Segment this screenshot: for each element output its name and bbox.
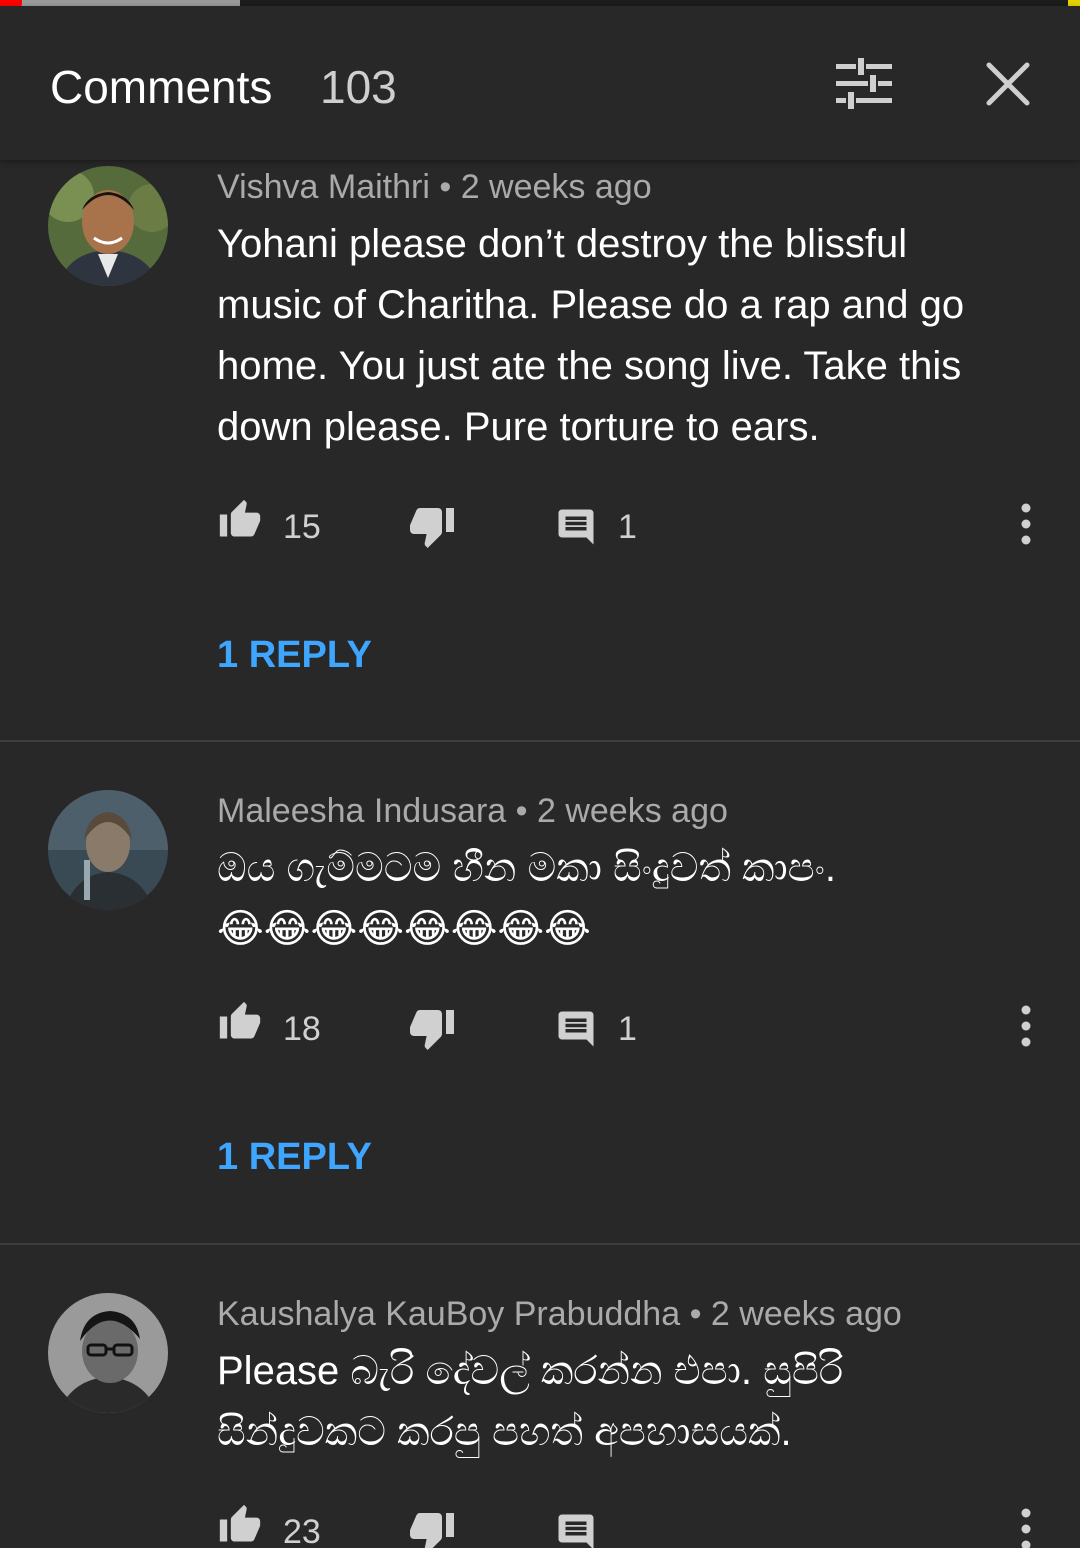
emoji-row: 😂😂😂😂😂😂😂😂 — [217, 907, 591, 951]
like-icon[interactable] — [217, 498, 263, 542]
comment-thread: Kaushalya KauBoy Prabuddha • 2 weeks ago… — [0, 1245, 1080, 1548]
reply-count: 1 — [618, 1010, 637, 1048]
avatar-photo — [48, 790, 168, 910]
avatar-photo — [48, 1293, 168, 1413]
more-options-icon[interactable] — [1012, 1507, 1040, 1548]
like-count: 15 — [283, 508, 321, 546]
meta-separator: • — [506, 792, 537, 830]
meta-separator: • — [429, 168, 461, 206]
comment-time: 2 weeks ago — [710, 1295, 902, 1333]
comments-title: Comments — [50, 61, 273, 113]
comment-thread: Vishva Maithri • 2 weeks ago Yohani plea… — [0, 160, 1080, 740]
like-count: 18 — [283, 1010, 321, 1048]
like-count: 23 — [283, 1513, 321, 1548]
like-icon[interactable] — [217, 1000, 263, 1044]
dislike-icon[interactable] — [408, 1507, 456, 1548]
close-button[interactable] — [984, 60, 1032, 108]
like-icon[interactable] — [217, 1503, 263, 1547]
reply-icon[interactable] — [555, 506, 597, 548]
view-replies-link[interactable]: 1 REPLY — [217, 634, 372, 677]
comment-author[interactable]: Vishva Maithri — [217, 168, 430, 206]
close-icon — [986, 62, 1030, 106]
comment-time: 2 weeks ago — [460, 168, 652, 206]
sort-filter-button[interactable] — [834, 56, 894, 112]
avatar[interactable] — [48, 790, 168, 910]
comment-meta: Vishva Maithri • 2 weeks ago — [217, 168, 652, 207]
more-options-icon[interactable] — [1012, 1004, 1040, 1048]
comment-text-line: ඔය ගැම්මටම හීන මකා සිංදුවත් කාපං. — [217, 846, 837, 890]
comment-text: Please බැරි දේවල් කරන්න එපා. සුපිරි සින්… — [217, 1349, 844, 1454]
comment-author[interactable]: Maleesha Indusara — [217, 792, 506, 830]
avatar[interactable] — [48, 166, 168, 286]
comment-time: 2 weeks ago — [536, 792, 728, 830]
meta-separator: • — [680, 1295, 711, 1333]
comment-thread: Maleesha Indusara • 2 weeks ago ඔය ගැම්ම… — [0, 742, 1080, 1242]
comment-meta: Maleesha Indusara • 2 weeks ago — [217, 792, 728, 831]
avatar[interactable] — [48, 1293, 168, 1413]
comment-meta: Kaushalya KauBoy Prabuddha • 2 weeks ago — [217, 1295, 902, 1334]
comments-header: Comments 103 — [0, 6, 1080, 160]
avatar-photo — [48, 166, 168, 286]
reply-icon[interactable] — [555, 1008, 597, 1050]
view-replies-link[interactable]: 1 REPLY — [217, 1136, 372, 1179]
dislike-icon[interactable] — [408, 1004, 456, 1052]
reply-icon[interactable] — [555, 1511, 597, 1548]
comment-author[interactable]: Kaushalya KauBoy Prabuddha — [217, 1295, 680, 1333]
tune-icon — [836, 58, 892, 109]
dislike-icon[interactable] — [408, 502, 456, 550]
comments-count: 103 — [320, 61, 397, 113]
comment-text: ඔය ගැම්මටම හීන මකා සිංදුවත් කාපං. 😂😂😂😂😂😂… — [217, 838, 1017, 960]
comment-text: Yohani please don’t destroy the blissful… — [217, 222, 965, 449]
reply-count: 1 — [618, 508, 637, 546]
more-options-icon[interactable] — [1012, 502, 1040, 546]
